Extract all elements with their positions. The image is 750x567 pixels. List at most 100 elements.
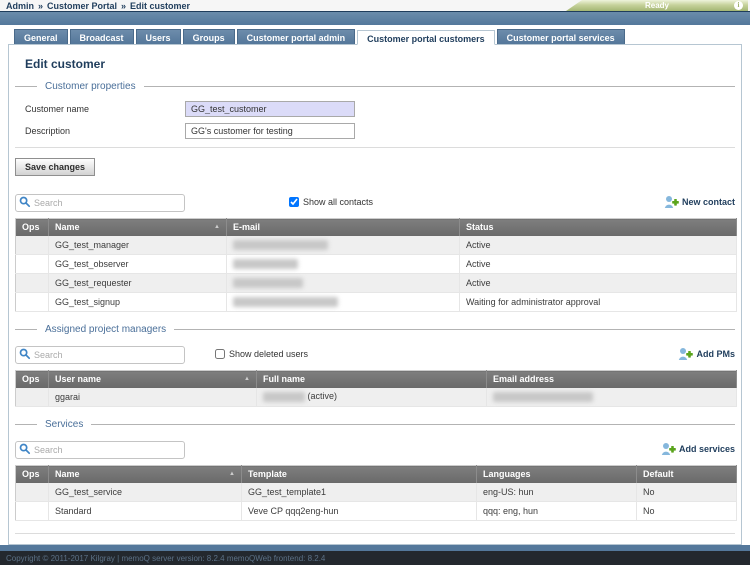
- sort-ascending-icon: ▲: [244, 376, 250, 382]
- tab-general[interactable]: General: [14, 29, 68, 44]
- contact-name-cell: GG_test_signup: [49, 293, 227, 312]
- person-add-icon: [664, 195, 679, 209]
- add-pms-button[interactable]: Add PMs: [678, 347, 735, 361]
- contact-status-cell: Active: [460, 274, 737, 293]
- tab-broadcast[interactable]: Broadcast: [70, 29, 134, 44]
- sort-ascending-icon: ▲: [229, 471, 235, 477]
- show-all-contacts-option: Show all contacts: [289, 197, 373, 207]
- redacted-email: [233, 240, 328, 250]
- add-services-button[interactable]: Add services: [661, 442, 735, 456]
- service-default-cell: No: [637, 502, 737, 521]
- services-toolbar: Add services: [15, 439, 735, 459]
- contact-name-cell: GG_test_manager: [49, 236, 227, 255]
- contact-row[interactable]: GG_test_observer Active: [16, 255, 737, 274]
- search-icon: [19, 196, 31, 208]
- contacts-col-email[interactable]: E-mail: [227, 219, 460, 236]
- contact-email-cell: [227, 255, 460, 274]
- show-all-contacts-label: Show all contacts: [303, 197, 373, 207]
- divider: [15, 533, 735, 534]
- breadcrumb-item-customer-portal[interactable]: Customer Portal: [47, 1, 117, 11]
- pms-col-ops: Ops: [16, 371, 49, 388]
- service-row[interactable]: GG_test_service GG_test_template1 eng-US…: [16, 483, 737, 502]
- ops-cell: [16, 483, 49, 502]
- ops-cell: [16, 274, 49, 293]
- contacts-search-input[interactable]: [15, 194, 185, 212]
- show-deleted-users-checkbox[interactable]: [215, 349, 225, 359]
- service-name-cell: Standard: [49, 502, 242, 521]
- search-icon: [19, 348, 31, 360]
- tab-bar: General Broadcast Users Groups Customer …: [0, 25, 750, 44]
- services-search-input[interactable]: [15, 441, 185, 459]
- services-col-languages[interactable]: Languages: [477, 466, 637, 483]
- status-bar: Ready i: [566, 0, 748, 11]
- new-contact-button[interactable]: New contact: [664, 195, 735, 209]
- services-col-ops: Ops: [16, 466, 49, 483]
- tab-customer-portal-services[interactable]: Customer portal services: [497, 29, 625, 44]
- description-label: Description: [25, 126, 185, 136]
- contacts-col-status[interactable]: Status: [460, 219, 737, 236]
- ops-cell: [16, 502, 49, 521]
- contact-row[interactable]: GG_test_requester Active: [16, 274, 737, 293]
- app-window: Admin » Customer Portal » Edit customer …: [0, 0, 750, 567]
- status-label: Ready: [645, 1, 669, 10]
- info-icon[interactable]: i: [734, 1, 743, 10]
- content-panel: Edit customer Customer properties Custom…: [8, 44, 742, 545]
- contact-name-cell: GG_test_observer: [49, 255, 227, 274]
- breadcrumb-separator: »: [38, 1, 43, 11]
- add-services-label: Add services: [679, 444, 735, 454]
- save-changes-button[interactable]: Save changes: [15, 158, 95, 176]
- contact-email-cell: [227, 293, 460, 312]
- pms-col-fullname[interactable]: Full name: [257, 371, 487, 388]
- pms-col-email[interactable]: Email address: [487, 371, 737, 388]
- new-contact-label: New contact: [682, 197, 735, 207]
- services-col-default[interactable]: Default: [637, 466, 737, 483]
- customer-name-row: Customer name: [25, 101, 735, 117]
- redacted-name: [263, 392, 305, 402]
- contacts-header-row: Ops Name ▲ E-mail Status: [16, 219, 737, 236]
- ops-cell: [16, 255, 49, 274]
- services-table: Ops Name ▲ Template Languages Default GG…: [15, 465, 737, 521]
- service-languages-cell: qqq: eng, hun: [477, 502, 637, 521]
- pm-email-cell: [487, 388, 737, 407]
- redacted-email: [493, 392, 593, 402]
- contacts-searchbox: [15, 193, 185, 212]
- services-col-template[interactable]: Template: [242, 466, 477, 483]
- contact-email-cell: [227, 274, 460, 293]
- contact-status-cell: Waiting for administrator approval: [460, 293, 737, 312]
- customer-name-label: Customer name: [25, 104, 185, 114]
- pms-col-username[interactable]: User name ▲: [49, 371, 257, 388]
- show-deleted-users-label: Show deleted users: [229, 349, 308, 359]
- services-col-name[interactable]: Name ▲: [49, 466, 242, 483]
- search-icon: [19, 443, 31, 455]
- redacted-email: [233, 297, 338, 307]
- breadcrumb-item-admin[interactable]: Admin: [6, 1, 34, 11]
- service-default-cell: No: [637, 483, 737, 502]
- tab-users[interactable]: Users: [136, 29, 181, 44]
- person-add-icon: [678, 347, 693, 361]
- contacts-col-name[interactable]: Name ▲: [49, 219, 227, 236]
- customer-name-input[interactable]: [185, 101, 355, 117]
- contact-name-cell: GG_test_requester: [49, 274, 227, 293]
- contact-row[interactable]: GG_test_signup Waiting for administrator…: [16, 293, 737, 312]
- show-deleted-users-option: Show deleted users: [215, 349, 308, 359]
- tab-customer-portal-customers[interactable]: Customer portal customers: [357, 30, 495, 45]
- tab-customer-portal-admin[interactable]: Customer portal admin: [237, 29, 356, 44]
- section-legend-customer-properties: Customer properties: [15, 81, 735, 92]
- footer-bar: Copyright © 2011-2017 Kilgray | memoQ se…: [0, 551, 750, 565]
- pm-row[interactable]: ggarai (active): [16, 388, 737, 407]
- divider: [15, 147, 735, 148]
- ops-cell: [16, 236, 49, 255]
- show-all-contacts-checkbox[interactable]: [289, 197, 299, 207]
- page-title: Edit customer: [25, 57, 735, 71]
- breadcrumb-separator: »: [121, 1, 126, 11]
- pms-header-row: Ops User name ▲ Full name Email address: [16, 371, 737, 388]
- copyright-text: Copyright © 2011-2017 Kilgray | memoQ se…: [6, 554, 325, 563]
- pms-search-input[interactable]: [15, 346, 185, 364]
- contact-row[interactable]: GG_test_manager Active: [16, 236, 737, 255]
- breadcrumb-item-edit-customer: Edit customer: [130, 1, 190, 11]
- service-row[interactable]: Standard Veve CP qqq2eng-hun qqq: eng, h…: [16, 502, 737, 521]
- tab-groups[interactable]: Groups: [183, 29, 235, 44]
- contacts-col-ops: Ops: [16, 219, 49, 236]
- contact-status-cell: Active: [460, 255, 737, 274]
- description-input[interactable]: [185, 123, 355, 139]
